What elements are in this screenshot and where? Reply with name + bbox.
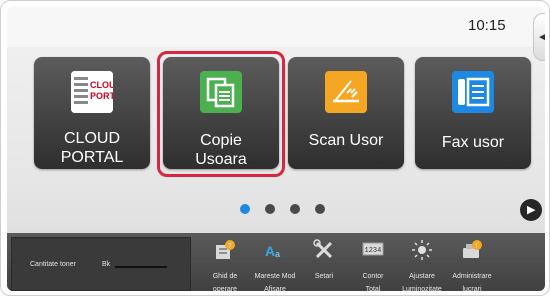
total-count-icon: 1234 xyxy=(362,242,384,256)
side-panel-tab[interactable]: ◀ı xyxy=(533,13,545,61)
task-label-line-2: Afisare xyxy=(264,286,286,291)
cloud-portal-icon: CLOUD PORTAL xyxy=(71,71,113,113)
brightness-icon xyxy=(412,240,432,260)
toner-status: Cantitate toner Bk xyxy=(11,237,191,291)
operation-guide-icon: ? xyxy=(216,240,235,259)
job-status-button[interactable]: ! Administrare lucrari xyxy=(447,233,497,291)
job-status-icon: ! xyxy=(463,240,482,258)
page-dot[interactable] xyxy=(315,204,325,214)
next-page-button[interactable]: ▶ xyxy=(520,199,542,221)
tile-cloud-portal[interactable]: CLOUD PORTAL CLOUD PORTAL xyxy=(34,57,150,169)
fax-icon xyxy=(452,71,494,113)
scan-icon xyxy=(325,71,367,113)
tile-label: Scan Usor xyxy=(308,132,384,149)
svg-text:a: a xyxy=(275,249,281,259)
task-label-line-1: Administrare xyxy=(452,273,492,280)
page-dot-active[interactable] xyxy=(240,204,250,214)
tile-label: CLOUD PORTAL xyxy=(60,130,124,166)
toner-color-code: Bk xyxy=(102,261,111,268)
task-label-line-2: lucrari xyxy=(462,286,482,291)
page-dot[interactable] xyxy=(290,204,300,214)
play-right-icon: ▶ xyxy=(527,204,536,216)
logo-line-2: PORTAL xyxy=(90,91,113,101)
home-screen: 10:15 ◀ı CLOUD PORTAL CLOUD PORTAL xyxy=(7,7,545,291)
logo-line-1: CLOUD xyxy=(90,80,113,90)
svg-text:!: ! xyxy=(476,243,478,250)
selection-highlight xyxy=(157,51,285,177)
status-bar: 10:15 xyxy=(7,7,545,47)
total-count-button[interactable]: 1234 Contor Total xyxy=(348,233,398,291)
svg-text:A: A xyxy=(265,243,275,259)
toner-level-bar xyxy=(115,266,167,268)
device-frame: 10:15 ◀ı CLOUD PORTAL CLOUD PORTAL xyxy=(0,0,550,296)
tile-label: Fax usor xyxy=(441,134,505,151)
tile-easy-scan[interactable]: Scan Usor xyxy=(288,57,404,169)
clock: 10:15 xyxy=(468,17,506,34)
collapse-arrow-icon: ◀ı xyxy=(539,30,545,43)
svg-text:?: ? xyxy=(228,243,232,250)
tile-easy-fax[interactable]: Fax usor xyxy=(415,57,531,169)
taskbar: Cantitate toner Bk ? Ghid de operare A a… xyxy=(7,233,545,291)
enlarge-display-icon: A a xyxy=(265,243,281,259)
enlarge-display-button[interactable]: A a Mareste Mod Afisare xyxy=(250,233,300,291)
toner-label: Cantitate toner xyxy=(30,261,76,268)
page-dot[interactable] xyxy=(265,204,275,214)
operation-guide-button[interactable]: ? Ghid de operare xyxy=(200,233,250,291)
settings-button[interactable]: Setari xyxy=(299,233,349,291)
settings-icon xyxy=(313,239,333,259)
svg-text:1234: 1234 xyxy=(365,247,382,255)
brightness-button[interactable]: Ajustare Luminozitate xyxy=(397,233,447,291)
page-indicator xyxy=(7,204,545,216)
